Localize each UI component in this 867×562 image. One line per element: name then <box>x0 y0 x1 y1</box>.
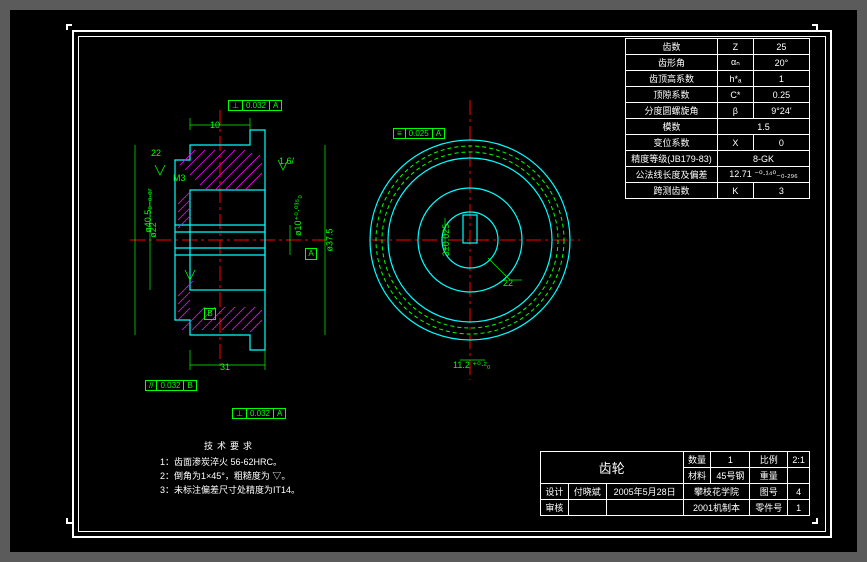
qty-label: 数量 <box>683 452 711 468</box>
dim-d2: ø22 <box>148 222 158 238</box>
dim-m3: M3 <box>173 173 186 183</box>
param-row: 分度圆螺旋角β9°24' <box>626 103 810 119</box>
scale-label: 比例 <box>750 452 788 468</box>
checker-label: 审核 <box>541 500 569 516</box>
gtol-1: ⊥0.032A <box>228 100 282 111</box>
partno-label: 零件号 <box>750 500 788 516</box>
dim-d4: ø37.5 <box>325 228 335 251</box>
param-label: 齿顶高系数 <box>626 71 718 87</box>
param-row: 齿顶高系数h*ₐ1 <box>626 71 810 87</box>
cad-drawing <box>90 70 650 410</box>
param-symbol: αₙ <box>718 55 754 71</box>
param-row: 顶隙系数C*0.25 <box>626 87 810 103</box>
param-label: 跨测齿数 <box>626 183 718 199</box>
param-row: 模数1.5 <box>626 119 810 135</box>
param-label: 齿形角 <box>626 55 718 71</box>
param-label: 顶隙系数 <box>626 87 718 103</box>
param-label: 分度圆螺旋角 <box>626 103 718 119</box>
dim-keyw: 11.2 ⁺⁰·²₀ <box>453 360 490 371</box>
designer-label: 设计 <box>541 484 569 500</box>
gtol-3: ⊥0.032A <box>232 408 286 419</box>
param-value: 0.25 <box>753 87 809 103</box>
param-symbol: C* <box>718 87 754 103</box>
param-label: 齿数 <box>626 39 718 55</box>
tech-title: 技术要求 <box>160 439 300 453</box>
param-value: 0 <box>753 135 809 151</box>
param-value: 3 <box>753 183 809 199</box>
weight-value <box>788 468 810 484</box>
school-value: 攀枝花学院 <box>683 484 750 500</box>
designer-value: 付晓斌 <box>568 484 606 500</box>
param-row: 齿形角αₙ20° <box>626 55 810 71</box>
checker-value <box>568 500 606 516</box>
param-value: 8-GK <box>718 151 810 167</box>
param-value: 1 <box>753 71 809 87</box>
param-value: 25 <box>753 39 809 55</box>
param-row: 变位系数X0 <box>626 135 810 151</box>
parameter-table: 齿数Z25齿形角αₙ20°齿顶高系数h*ₐ1顶隙系数C*0.25分度圆螺旋角β9… <box>625 38 810 199</box>
param-label: 模数 <box>626 119 718 135</box>
param-symbol: β <box>718 103 754 119</box>
dim-ch22b: 22 <box>503 278 513 288</box>
param-row: 公法线长度及偏差12.71 ⁻⁰·¹⁴⁰₋₀.₂₉₆ <box>626 167 810 183</box>
dim-w10: 10 <box>210 120 220 130</box>
param-symbol: h*ₐ <box>718 71 754 87</box>
dim-w31: 31 <box>220 362 230 372</box>
param-value: 1.5 <box>718 119 810 135</box>
param-label: 精度等级(JB179-83) <box>626 151 718 167</box>
param-row: 跨测齿数K3 <box>626 183 810 199</box>
param-symbol: X <box>718 135 754 151</box>
gtol-2: //0.032B <box>145 380 197 391</box>
param-value: 9°24' <box>753 103 809 119</box>
qty-value: 1 <box>711 452 750 468</box>
tech-line-3: 3：未标注偏差尺寸处精度为IT14。 <box>160 483 300 497</box>
material-value: 45号钢 <box>711 468 750 484</box>
partno-value: 1 <box>788 500 810 516</box>
param-symbol: K <box>718 183 754 199</box>
tech-line-2: 2：倒角为1×45°，粗糙度为 ▽。 <box>160 469 300 483</box>
drawing-title: 齿轮 <box>541 452 684 484</box>
tech-requirements: 技术要求 1：齿面渗炭淬火 56-62HRC。 2：倒角为1×45°，粗糙度为 … <box>160 439 300 497</box>
param-row: 齿数Z25 <box>626 39 810 55</box>
param-symbol: Z <box>718 39 754 55</box>
dim-keyh: 3±0.025 <box>441 224 451 256</box>
dim-ch22a: 22 <box>151 148 161 158</box>
param-value: 20° <box>753 55 809 71</box>
param-row: 精度等级(JB179-83)8-GK <box>626 151 810 167</box>
cad-canvas: 10 31 ø40.5₀₋₀.₀₇ ø22 ø10⁺⁰·⁰³⁵₀ ø37.5 M… <box>10 10 857 552</box>
param-value: 12.71 ⁻⁰·¹⁴⁰₋₀.₂₉₆ <box>718 167 810 183</box>
class-value: 2001机制本 <box>683 500 750 516</box>
dwgno-value: 4 <box>788 484 810 500</box>
date-value: 2005年5月28日 <box>606 484 683 500</box>
param-label: 公法线长度及偏差 <box>626 167 718 183</box>
datum-b: B <box>204 308 216 320</box>
gtol-4: ≡0.025A <box>393 128 445 139</box>
title-block: 齿轮 数量 1 比例 2:1 材料 45号钢 重量 设计 付晓斌 2005年5月… <box>540 451 810 516</box>
datum-a: A <box>305 248 317 260</box>
weight-label: 重量 <box>750 468 788 484</box>
material-label: 材料 <box>683 468 711 484</box>
ra-16: 1.6/ <box>279 156 294 166</box>
scale-value: 2:1 <box>788 452 810 468</box>
dim-d3: ø10⁺⁰·⁰³⁵₀ <box>293 195 304 236</box>
dwgno-label: 图号 <box>750 484 788 500</box>
param-label: 变位系数 <box>626 135 718 151</box>
tech-line-1: 1：齿面渗炭淬火 56-62HRC。 <box>160 455 300 469</box>
